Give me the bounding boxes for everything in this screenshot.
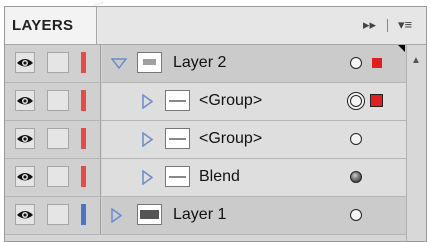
layer-label[interactable]: Layer 2: [173, 54, 226, 72]
lock-toggle[interactable]: [47, 128, 69, 149]
sublayer-row-blend[interactable]: Blend: [5, 159, 426, 197]
target-circle-icon[interactable]: [350, 209, 362, 221]
sublayer-row-group-2[interactable]: <Group>: [5, 121, 426, 159]
row-controls: [5, 121, 101, 158]
eye-icon: [17, 211, 33, 219]
layer-color-bar: [81, 52, 86, 73]
lock-toggle[interactable]: [47, 52, 69, 73]
target-circle-icon[interactable]: [350, 171, 362, 183]
target-circle-icon[interactable]: [350, 57, 362, 69]
toolbar-separator: [387, 19, 388, 32]
layer-color-bar: [81, 90, 86, 111]
eye-icon: [17, 97, 33, 105]
collapse-panel-icon[interactable]: ▸▸: [363, 17, 376, 33]
lock-toggle[interactable]: [47, 90, 69, 111]
selection-square[interactable]: [372, 58, 382, 68]
row-content: <Group>: [102, 121, 408, 158]
sublayer-row-group-1[interactable]: <Group>: [5, 83, 426, 121]
panel-tabbar: LAYERS ▸▸ ▾≡: [5, 7, 426, 45]
tab-layers[interactable]: LAYERS: [5, 7, 97, 44]
blend-thumbnail: [165, 166, 190, 187]
vertical-scrollbar[interactable]: ▲: [406, 45, 426, 241]
sublayer-label[interactable]: <Group>: [199, 92, 262, 110]
triangle-right-icon[interactable]: [142, 94, 153, 109]
layer-thumbnail: [137, 204, 162, 225]
triangle-right-icon[interactable]: [111, 208, 122, 223]
current-layer-indicator: [398, 45, 405, 52]
panel-menu-icon[interactable]: ▾≡: [398, 17, 412, 33]
visibility-toggle[interactable]: [15, 52, 35, 73]
scroll-up-icon[interactable]: ▲: [411, 55, 421, 66]
row-content: Layer 1: [102, 197, 408, 234]
eye-icon: [17, 173, 33, 181]
layer-row-layer-1[interactable]: Layer 1: [5, 197, 426, 235]
layers-panel: LAYERS ▸▸ ▾≡ Layer 2 <Group> <Group> Ble…: [4, 6, 427, 242]
triangle-right-icon[interactable]: [142, 170, 153, 185]
layer-color-bar: [81, 166, 86, 187]
sublayer-label[interactable]: <Group>: [199, 130, 262, 148]
lock-toggle[interactable]: [47, 204, 69, 225]
layer-label[interactable]: Layer 1: [173, 206, 226, 224]
row-controls: [5, 159, 101, 196]
triangle-right-icon[interactable]: [142, 132, 153, 147]
layer-row-layer-2[interactable]: Layer 2: [5, 45, 426, 83]
group-thumbnail: [165, 90, 190, 111]
row-controls: [5, 83, 101, 120]
visibility-toggle[interactable]: [15, 204, 35, 225]
row-content: Blend: [102, 159, 408, 196]
layer-color-bar: [81, 204, 86, 225]
visibility-toggle[interactable]: [15, 166, 35, 187]
row-content: <Group>: [102, 83, 408, 120]
sublayer-label[interactable]: Blend: [199, 168, 240, 186]
visibility-toggle[interactable]: [15, 128, 35, 149]
layer-thumbnail: [137, 52, 162, 73]
lock-toggle[interactable]: [47, 166, 69, 187]
eye-icon: [17, 59, 33, 67]
eye-icon: [17, 135, 33, 143]
target-circle-icon[interactable]: [350, 133, 362, 145]
triangle-down-icon[interactable]: [111, 58, 127, 69]
row-content: Layer 2: [102, 45, 408, 82]
visibility-toggle[interactable]: [15, 90, 35, 111]
row-controls: [5, 45, 101, 82]
group-thumbnail: [165, 128, 190, 149]
row-controls: [5, 197, 101, 234]
selection-square[interactable]: [370, 94, 383, 107]
layer-color-bar: [81, 128, 86, 149]
target-circle-icon[interactable]: [347, 92, 365, 110]
